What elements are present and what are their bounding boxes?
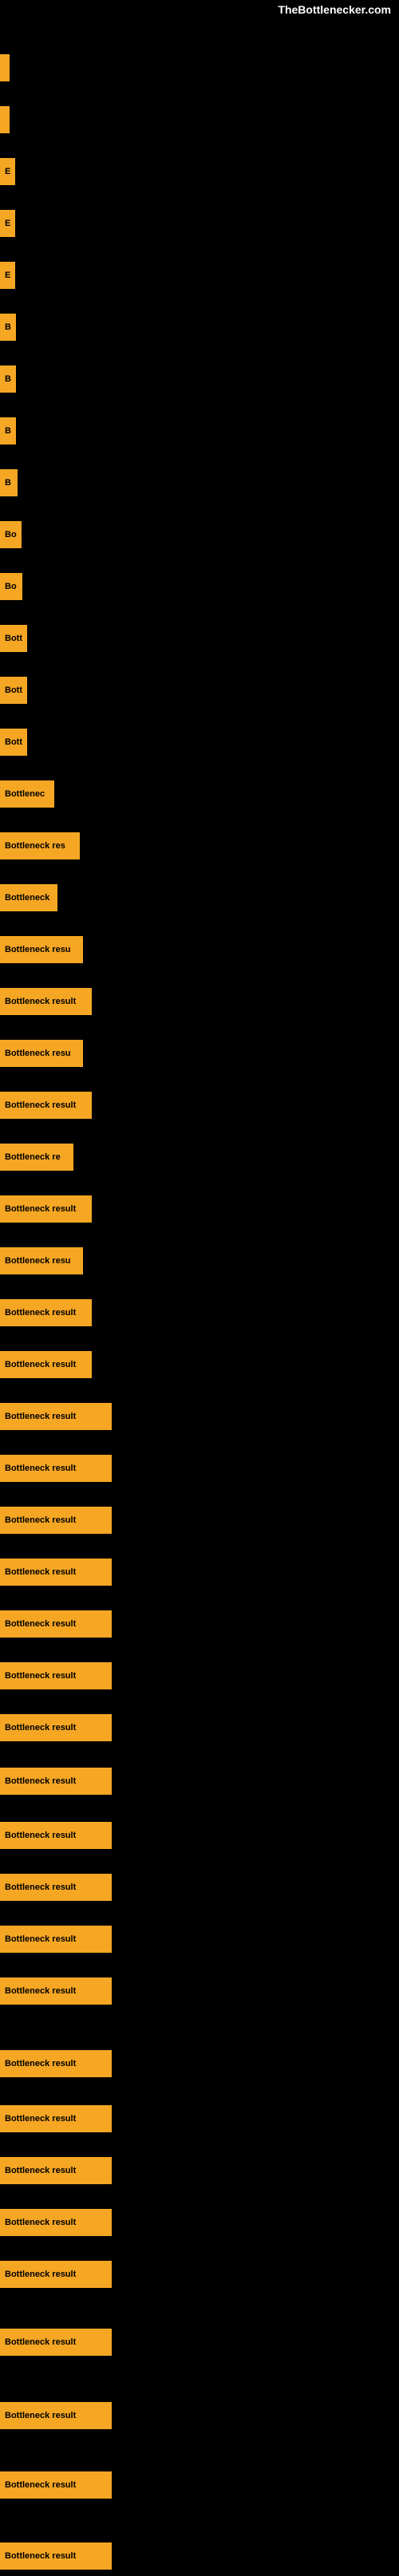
bar-row: B — [0, 359, 399, 399]
bar-row: Bottleneck result — [0, 2322, 399, 2362]
bar-row: Bo — [0, 567, 399, 606]
bar-label: B — [0, 417, 16, 444]
bar-label: Bottleneck result — [0, 1299, 92, 1326]
bar-row: Bottleneck — [0, 878, 399, 918]
bar-label: Bottleneck result — [0, 1559, 112, 1586]
bar-row: Bottleneck result — [0, 1815, 399, 1855]
bar-row: Bottleneck result — [0, 1189, 399, 1229]
bar-row: Bottleneck result — [0, 2151, 399, 2191]
bar-row: Bottleneck result — [0, 1971, 399, 2011]
bar-label: Bottleneck result — [0, 1926, 112, 1953]
bar-row: Bottleneck re — [0, 1137, 399, 1177]
bar-label: Bottleneck result — [0, 2471, 112, 2499]
bar-row: Bottleneck result — [0, 982, 399, 1021]
bar-label: Bottleneck result — [0, 1507, 112, 1534]
bar-row: Bottlenec — [0, 774, 399, 814]
bar-label: Bottleneck result — [0, 2542, 112, 2570]
bar-row: Bottleneck result — [0, 2465, 399, 2505]
bar-label: E — [0, 158, 15, 185]
bar-row: B — [0, 463, 399, 503]
bar-row: Bottleneck resu — [0, 1241, 399, 1281]
bar-row: E — [0, 203, 399, 243]
bar-row: Bott — [0, 670, 399, 710]
bar-row: Bottleneck result — [0, 1867, 399, 1907]
bar-label: Bottleneck resu — [0, 1247, 83, 1274]
bar-row: Bott — [0, 618, 399, 658]
bar-label: Bottleneck result — [0, 2209, 112, 2236]
bar-row — [0, 100, 399, 140]
bar-label: Bottleneck res — [0, 832, 80, 859]
bar-label: Bott — [0, 677, 27, 704]
bar-label: B — [0, 469, 18, 496]
bar-row: Bottleneck res — [0, 826, 399, 866]
bar-label: Bottleneck re — [0, 1144, 73, 1171]
bar-row: Bottleneck result — [0, 2396, 399, 2436]
bar-label: Bottleneck resu — [0, 936, 83, 963]
bar-label: Bo — [0, 521, 22, 548]
bar-label: Bottleneck result — [0, 2329, 112, 2356]
bar-row: Bottleneck result — [0, 1397, 399, 1436]
bar-label: E — [0, 210, 15, 237]
bar-row: Bottleneck result — [0, 1293, 399, 1333]
bar-label: Bottleneck result — [0, 1610, 112, 1638]
bar-row: Bottleneck result — [0, 2044, 399, 2084]
bar-row: Bottleneck result — [0, 1761, 399, 1801]
bar-row: Bott — [0, 722, 399, 762]
bar-label: Bottleneck — [0, 884, 57, 911]
bar-row: Bottleneck result — [0, 1500, 399, 1540]
bar-label: Bottleneck result — [0, 1768, 112, 1795]
bar-row — [0, 48, 399, 88]
bar-row: Bottleneck resu — [0, 930, 399, 970]
bar-row: Bottleneck resu — [0, 1033, 399, 1073]
bar-label: Bottleneck result — [0, 1874, 112, 1901]
bar-row: Bottleneck result — [0, 1656, 399, 1696]
bar-row: Bottleneck result — [0, 2099, 399, 2139]
bar-row: E — [0, 255, 399, 295]
bar-row: Bottleneck result — [0, 1552, 399, 1592]
bar-label: Bott — [0, 625, 27, 652]
bar-row: Bo — [0, 515, 399, 555]
bar-label: Bottleneck result — [0, 2261, 112, 2288]
bar-row: Bottleneck result — [0, 2536, 399, 2576]
bar-label: Bottleneck result — [0, 1714, 112, 1741]
bar-row: E — [0, 152, 399, 192]
bar-label: Bottleneck result — [0, 1455, 112, 1482]
bar-row: Bottleneck result — [0, 1448, 399, 1488]
bar-label: Bott — [0, 729, 27, 756]
bar-row: Bottleneck result — [0, 1345, 399, 1385]
bar-label: Bottleneck result — [0, 2050, 112, 2077]
bar-row: Bottleneck result — [0, 1708, 399, 1748]
site-title: TheBottlenecker.com — [278, 3, 391, 16]
bar-label: Bottlenec — [0, 780, 54, 808]
bar-label: Bottleneck result — [0, 1403, 112, 1430]
bar-row: Bottleneck result — [0, 1604, 399, 1644]
bar-label: Bottleneck result — [0, 1092, 92, 1119]
bar-label: B — [0, 314, 16, 341]
bar-label: Bottleneck result — [0, 1351, 92, 1378]
bar-row: Bottleneck result — [0, 2254, 399, 2294]
bar-label — [0, 54, 10, 81]
bar-label: Bottleneck result — [0, 988, 92, 1015]
bar-row: B — [0, 307, 399, 347]
bar-label: Bottleneck resu — [0, 1040, 83, 1067]
bar-label: Bottleneck result — [0, 2105, 112, 2132]
bar-label: B — [0, 365, 16, 393]
bar-label: Bottleneck result — [0, 1195, 92, 1223]
bar-label: Bottleneck result — [0, 2402, 112, 2429]
bar-label: Bottleneck result — [0, 2157, 112, 2184]
bar-label: Bottleneck result — [0, 1822, 112, 1849]
bar-row: Bottleneck result — [0, 1085, 399, 1125]
bar-row: Bottleneck result — [0, 1919, 399, 1959]
bar-label: Bottleneck result — [0, 1977, 112, 2005]
bar-row: Bottleneck result — [0, 2203, 399, 2242]
bar-label: Bo — [0, 573, 22, 600]
bar-row: B — [0, 411, 399, 451]
bar-label: Bottleneck result — [0, 1662, 112, 1689]
bar-label: E — [0, 262, 15, 289]
bar-label — [0, 106, 10, 133]
